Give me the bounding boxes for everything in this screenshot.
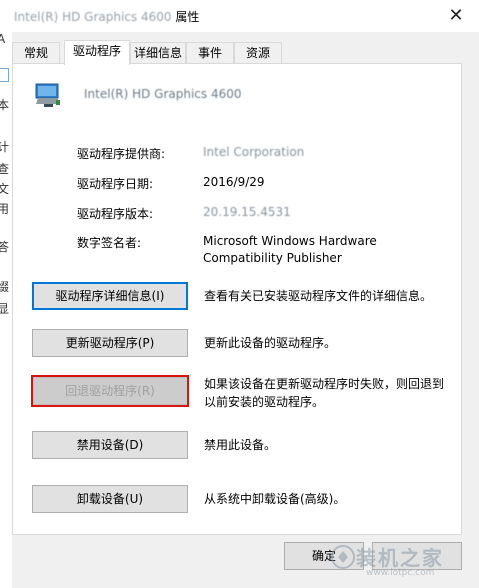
title-bar: Intel(R) HD Graphics 4600 属性 ✕ (0, 0, 479, 32)
signer-value-line1: Microsoft Windows Hardware (203, 234, 377, 248)
ok-button[interactable]: 确定 (284, 542, 364, 570)
background-box (0, 68, 9, 82)
device-name: Intel(R) HD Graphics 4600 (84, 87, 242, 101)
background-glyph: 缀 (0, 280, 10, 294)
window-title: Intel(R) HD Graphics 4600 属性 (14, 8, 199, 25)
rollback-description-line2: 以前安装的驱动程序。 (204, 395, 325, 409)
tab-resources[interactable]: 资源 (234, 42, 282, 64)
tab-events[interactable]: 事件 (186, 42, 234, 64)
update-driver-button[interactable]: 更新驱动程序(P) (32, 329, 188, 357)
uninstall-device-description: 从系统中卸载设备(高级)。 (204, 492, 346, 506)
version-label: 驱动程序版本: (77, 207, 154, 221)
driver-details-description: 查看有关已安装驱动程序文件的详细信息。 (204, 289, 433, 303)
display-adapter-icon (34, 82, 62, 108)
background-window-edge: A 本 计 查 文 用 答 缀 显 (0, 32, 12, 588)
update-driver-description: 更新此设备的驱动程序。 (204, 336, 337, 350)
driver-details-button[interactable]: 驱动程序详细信息(I) (32, 282, 188, 310)
rollback-highlight-box (31, 375, 189, 407)
tab-driver[interactable]: 驱动程序 (64, 40, 130, 65)
background-glyph: A (0, 32, 6, 46)
window-title-suffix: 属性 (175, 10, 200, 24)
properties-dialog: Intel(R) HD Graphics 4600 属性 ✕ A 本 计 查 文… (0, 0, 479, 588)
disable-device-description: 禁用此设备。 (204, 438, 277, 452)
signer-value-line2: Compatibility Publisher (203, 251, 342, 265)
background-glyph: 答 (0, 240, 10, 254)
background-glyph: 用 (0, 202, 10, 216)
cancel-button[interactable] (372, 542, 462, 570)
date-label: 驱动程序日期: (77, 177, 154, 191)
version-value: 20.19.15.4531 (203, 205, 291, 219)
date-value: 2016/9/29 (203, 175, 265, 189)
window-title-device: Intel(R) HD Graphics 4600 (14, 10, 172, 24)
background-glyph: 显 (0, 302, 10, 316)
signer-label: 数字签名者: (77, 236, 142, 250)
provider-label: 驱动程序提供商: (77, 147, 166, 161)
uninstall-device-button[interactable]: 卸载设备(U) (32, 485, 188, 513)
rollback-description-line1: 如果该设备在更新驱动程序时失败，则回退到 (204, 377, 445, 391)
tab-details[interactable]: 详细信息 (130, 42, 186, 64)
tab-general[interactable]: 常规 (12, 42, 60, 64)
provider-value: Intel Corporation (203, 145, 305, 159)
background-glyph: 文 (0, 182, 10, 196)
close-icon[interactable]: ✕ (433, 0, 479, 32)
background-glyph: 本 (0, 98, 10, 112)
disable-device-button[interactable]: 禁用设备(D) (32, 431, 188, 459)
background-glyph: 计 (0, 140, 10, 154)
background-glyph: 查 (0, 162, 10, 176)
